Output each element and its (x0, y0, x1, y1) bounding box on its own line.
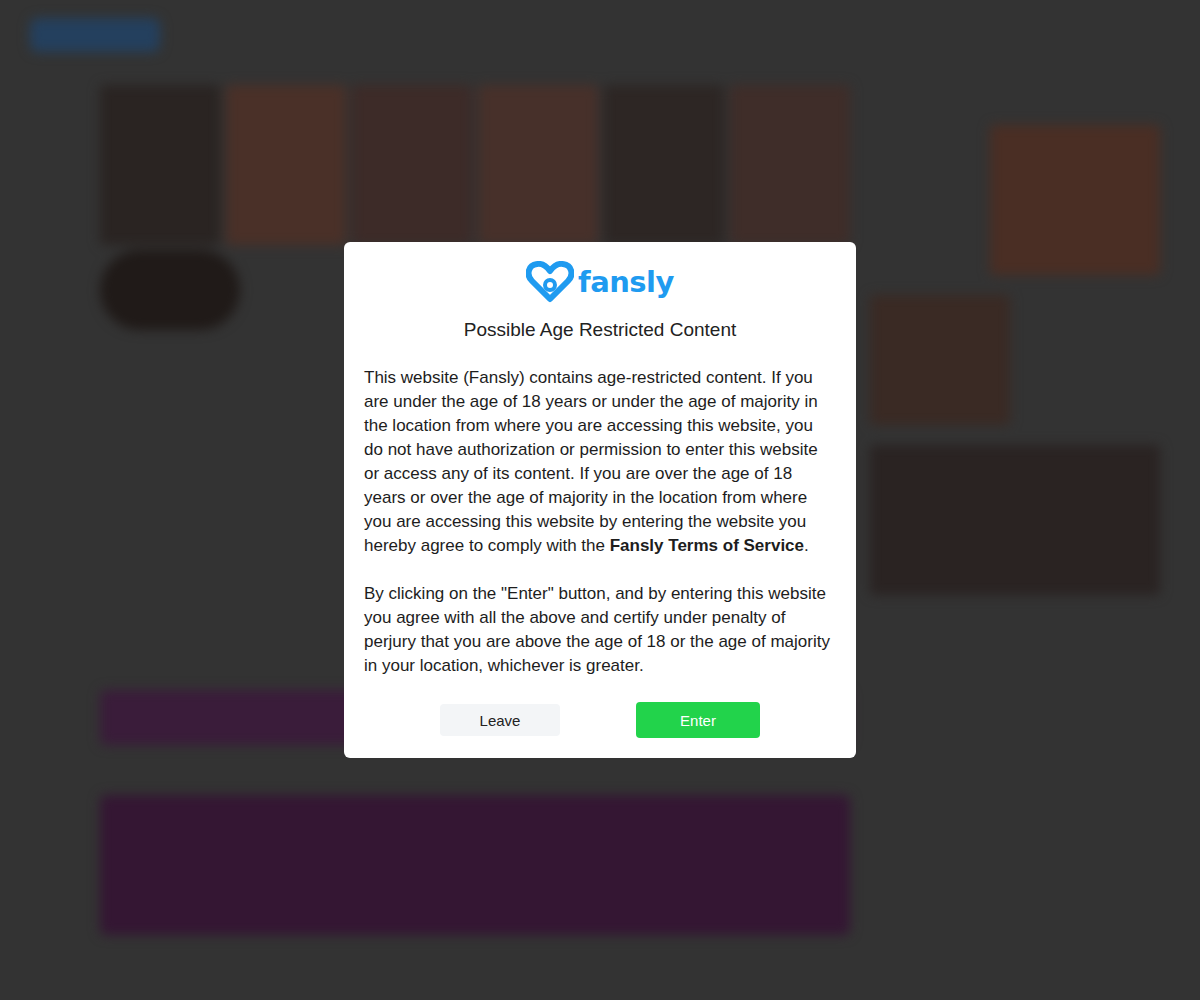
leave-button[interactable]: Leave (440, 704, 560, 736)
dialog-text: By clicking on the "Enter" button, and b… (364, 582, 836, 678)
heart-lock-icon (526, 261, 574, 303)
subscription-box (100, 795, 850, 935)
header (0, 0, 1200, 70)
header-logo (30, 18, 160, 52)
dialog-actions: Leave Enter (364, 702, 836, 738)
media-column (870, 85, 1160, 935)
media-thumb (870, 295, 1010, 425)
age-dialog: fansly Possible Age Restricted Content Thi… (344, 242, 856, 758)
dialog-title: Possible Age Restricted Content (364, 318, 836, 342)
media-thumb (990, 125, 1160, 275)
profile-banner (100, 85, 850, 245)
enter-button[interactable]: Enter (636, 702, 760, 738)
dialog-text: This website (Fansly) contains age-restr… (364, 366, 836, 558)
terms-link[interactable]: Fansly Terms of Service (610, 536, 804, 555)
modal-overlay: fansly Possible Age Restricted Content Thi… (0, 0, 1200, 1000)
media-thumb (870, 445, 1160, 595)
fansly-logo: fansly (364, 260, 836, 304)
profile-avatar (100, 250, 240, 330)
page: fansly Possible Age Restricted Content Thi… (0, 0, 1200, 1000)
